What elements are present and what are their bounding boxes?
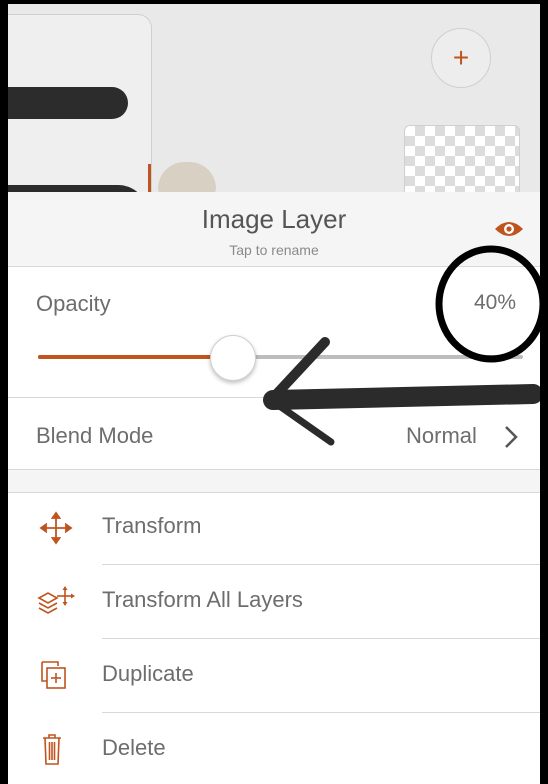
trash-icon — [43, 734, 61, 765]
menu-item-transform[interactable]: Transform — [8, 491, 540, 565]
menu-item-transform-all-layers[interactable]: Transform All Layers — [8, 565, 540, 639]
menu-item-delete[interactable]: Delete — [8, 713, 540, 784]
layer-thumbnail-card[interactable] — [8, 14, 152, 216]
menu-item-label: Transform — [102, 513, 202, 538]
menu-item-label: Transform All Layers — [102, 587, 303, 612]
duplicate-icon — [41, 661, 66, 689]
phone-screen: + Image Layer Tap to rename Opacity 40% … — [8, 4, 540, 784]
menu-item-duplicate[interactable]: Duplicate — [8, 639, 540, 713]
plus-icon: + — [452, 42, 470, 73]
blend-mode-label: Blend Mode — [36, 423, 154, 448]
selection-marker — [148, 164, 151, 194]
transform-layers-icon — [37, 586, 75, 614]
move-arrows-icon — [39, 511, 73, 545]
menu-item-label: Delete — [102, 735, 166, 760]
brush-stroke — [8, 87, 128, 119]
section-separator — [8, 469, 540, 493]
annotation-arrow — [263, 337, 540, 446]
opacity-slider-thumb[interactable] — [210, 335, 256, 381]
add-layer-button[interactable]: + — [431, 28, 491, 88]
opacity-slider-fill — [38, 355, 232, 359]
menu-item-label: Duplicate — [102, 661, 194, 686]
layer-name[interactable]: Image Layer — [8, 204, 540, 235]
opacity-label: Opacity — [36, 291, 111, 316]
